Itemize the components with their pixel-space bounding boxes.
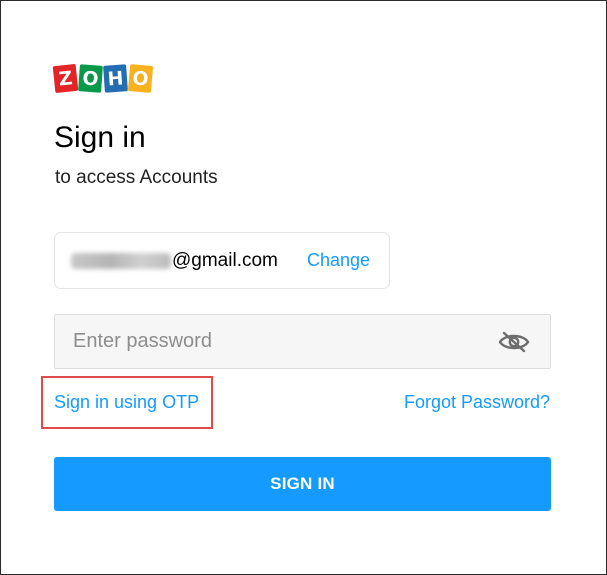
change-account-link[interactable]: Change bbox=[307, 250, 370, 271]
signin-panel: Z O H O Sign in to access Accounts @gmai… bbox=[0, 0, 607, 575]
logo-tile: H bbox=[103, 64, 128, 93]
logo-tile: O bbox=[78, 64, 103, 93]
account-email-box: @gmail.com Change bbox=[54, 232, 390, 289]
redacted-email-username bbox=[71, 253, 171, 269]
email-domain: @gmail.com bbox=[172, 250, 278, 271]
page-title: Sign in bbox=[54, 121, 146, 154]
signin-otp-link[interactable]: Sign in using OTP bbox=[54, 392, 199, 413]
eye-slash-icon[interactable] bbox=[497, 330, 531, 354]
logo-tile: O bbox=[127, 64, 154, 93]
forgot-password-link[interactable]: Forgot Password? bbox=[404, 392, 550, 413]
password-input[interactable] bbox=[55, 315, 475, 368]
logo-tile: Z bbox=[52, 63, 79, 94]
password-field bbox=[54, 314, 551, 369]
signin-button[interactable]: SIGN IN bbox=[54, 457, 551, 511]
zoho-logo: Z O H O bbox=[52, 63, 154, 94]
page-subtitle: to access Accounts bbox=[55, 167, 218, 188]
